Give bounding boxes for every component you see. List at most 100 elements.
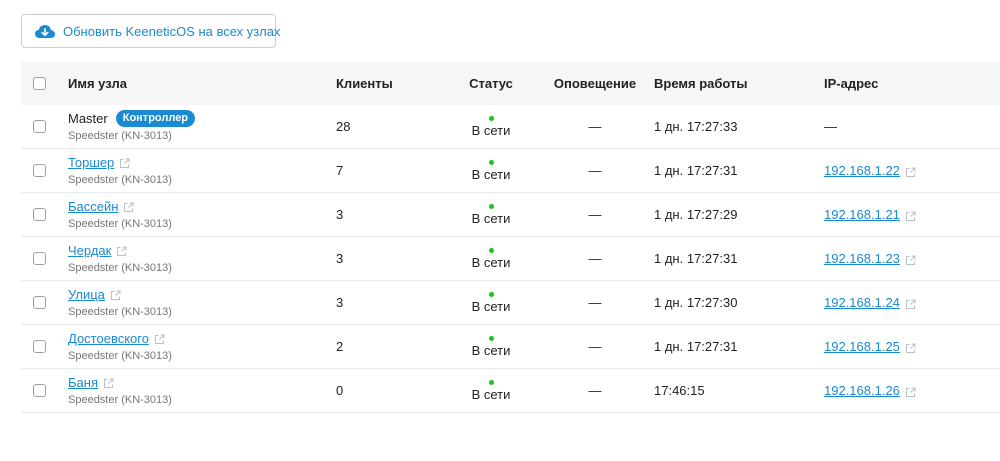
online-status-icon [488, 291, 494, 297]
status-text: В сети [471, 298, 511, 314]
uptime-cell: 1 дн. 17:27:31 [654, 148, 824, 193]
external-link-icon[interactable] [905, 210, 916, 222]
ip-link[interactable]: 192.168.1.22 [824, 163, 900, 178]
status-cell: В сети [446, 192, 536, 237]
table-row: Бассейн Speedster (KN-3013) 3 В сети —1 дн. … [21, 192, 1000, 237]
ip-link[interactable]: 192.168.1.21 [824, 207, 900, 222]
update-button-label: Обновить KeeneticOS на всех узлах [63, 23, 281, 39]
status-text: В сети [471, 386, 511, 402]
ip-link[interactable]: 192.168.1.26 [824, 383, 900, 398]
table-row: Торшер Speedster (KN-3013) 7 В сети —1 дн. 1… [21, 148, 1000, 193]
external-link-icon[interactable] [103, 377, 114, 388]
table-row: Баня Speedster (KN-3013) 0 В сети —17:46:15 1… [21, 368, 1000, 413]
external-link-icon[interactable] [905, 166, 916, 178]
status-text: В сети [471, 342, 511, 358]
notify-cell: — [536, 105, 654, 149]
row-checkbox[interactable] [33, 120, 46, 133]
header-clients[interactable]: Клиенты [336, 62, 446, 105]
external-link-icon[interactable] [905, 254, 916, 266]
status-cell: В сети [446, 324, 536, 369]
status-cell: В сети [446, 236, 536, 281]
header-notify[interactable]: Оповещение [536, 62, 654, 105]
header-status[interactable]: Статус [446, 62, 536, 105]
update-all-nodes-button[interactable]: Обновить KeeneticOS на всех узлах [21, 14, 280, 48]
ip-cell: 192.168.1.22 [824, 148, 1000, 193]
notify-cell: — [536, 148, 654, 193]
table-row: Master Контроллер Speedster (KN-3013) 28 В с… [21, 105, 1000, 149]
header-select-all [21, 62, 68, 105]
header-ip[interactable]: IP-адрес [824, 62, 1000, 105]
ip-link[interactable]: 192.168.1.25 [824, 339, 900, 354]
status-text: В сети [471, 210, 511, 226]
node-model: Speedster (KN-3013) [68, 393, 172, 406]
node-name-cell: Баня Speedster (KN-3013) [68, 368, 336, 413]
node-name-cell: Бассейн Speedster (KN-3013) [68, 192, 336, 237]
node-name-cell: Торшер Speedster (KN-3013) [68, 148, 336, 193]
uptime-cell: 1 дн. 17:27:31 [654, 324, 824, 369]
row-checkbox[interactable] [33, 340, 46, 353]
nodes-table: Имя узла Клиенты Статус Оповещение Время… [21, 62, 1000, 413]
status-text: В сети [471, 166, 511, 182]
online-status-icon [488, 247, 494, 253]
ip-link[interactable]: 192.168.1.24 [824, 295, 900, 310]
uptime-cell: 1 дн. 17:27:31 [654, 236, 824, 281]
node-name-link[interactable]: Чердак [68, 243, 111, 259]
uptime-cell: 1 дн. 17:27:29 [654, 192, 824, 237]
table-row: Достоевского Speedster (KN-3013) 2 В сети —1… [21, 324, 1000, 369]
node-name-link[interactable]: Достоевского [68, 331, 149, 347]
external-link-icon[interactable] [119, 157, 130, 168]
node-name-link[interactable]: Улица [68, 287, 105, 303]
header-uptime[interactable]: Время работы [654, 62, 824, 105]
status-cell: В сети [446, 105, 536, 149]
clients-cell: 28 [336, 105, 446, 149]
ip-link[interactable]: 192.168.1.23 [824, 251, 900, 266]
node-name-link[interactable]: Баня [68, 375, 98, 391]
ip-cell: 192.168.1.26 [824, 368, 1000, 413]
uptime-cell: 17:46:15 [654, 368, 824, 413]
status-cell: В сети [446, 280, 536, 325]
external-link-icon[interactable] [116, 245, 127, 256]
clients-cell: 3 [336, 192, 446, 237]
row-checkbox[interactable] [33, 252, 46, 265]
row-checkbox[interactable] [33, 384, 46, 397]
clients-cell: 3 [336, 280, 446, 325]
status-cell: В сети [446, 368, 536, 413]
row-select-cell [21, 280, 68, 325]
ip-value: — [824, 119, 837, 134]
status-text: В сети [471, 254, 511, 270]
select-all-checkbox[interactable] [33, 77, 46, 90]
ip-cell: 192.168.1.25 [824, 324, 1000, 369]
node-name-link[interactable]: Торшер [68, 155, 114, 171]
external-link-icon[interactable] [905, 386, 916, 398]
online-status-icon [488, 335, 494, 341]
notify-cell: — [536, 368, 654, 413]
ip-cell: 192.168.1.23 [824, 236, 1000, 281]
row-checkbox[interactable] [33, 164, 46, 177]
row-select-cell [21, 368, 68, 413]
header-name[interactable]: Имя узла [68, 62, 336, 105]
node-model: Speedster (KN-3013) [68, 130, 172, 142]
external-link-icon[interactable] [123, 201, 134, 212]
external-link-icon[interactable] [110, 289, 121, 300]
row-select-cell [21, 148, 68, 193]
ip-cell: — [824, 105, 1000, 149]
node-name-cell: Достоевского Speedster (KN-3013) [68, 324, 336, 369]
node-model: Speedster (KN-3013) [68, 217, 172, 230]
external-link-icon[interactable] [905, 298, 916, 310]
row-checkbox[interactable] [33, 296, 46, 309]
notify-cell: — [536, 280, 654, 325]
table-row: Чердак Speedster (KN-3013) 3 В сети —1 дн. 1… [21, 236, 1000, 281]
row-checkbox[interactable] [33, 208, 46, 221]
notify-cell: — [536, 192, 654, 237]
node-name-cell: Master Контроллер Speedster (KN-3013) [68, 105, 336, 149]
node-model: Speedster (KN-3013) [68, 261, 172, 274]
cloud-download-icon [34, 23, 56, 39]
clients-cell: 0 [336, 368, 446, 413]
ip-cell: 192.168.1.21 [824, 192, 1000, 237]
online-status-icon [488, 379, 494, 385]
node-name-link[interactable]: Бассейн [68, 199, 118, 215]
node-name-cell: Улица Speedster (KN-3013) [68, 280, 336, 325]
external-link-icon[interactable] [905, 342, 916, 354]
status-cell: В сети [446, 148, 536, 193]
external-link-icon[interactable] [154, 333, 165, 344]
